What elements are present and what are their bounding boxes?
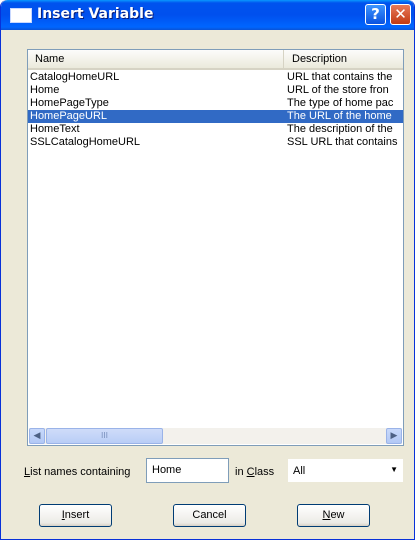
filter-label-rest: ist names containing: [30, 466, 131, 478]
item-description: SSL URL that contains: [287, 136, 398, 148]
close-button[interactable]: ✕: [390, 4, 411, 25]
class-dropdown[interactable]: All ▼: [287, 458, 404, 483]
item-description: The URL of the home: [287, 110, 392, 122]
item-name: CatalogHomeURL: [30, 71, 120, 83]
item-description: The description of the: [287, 123, 393, 135]
list-header: Name Description: [28, 50, 403, 70]
new-rest: ew: [330, 509, 345, 521]
class-label: in Class: [235, 466, 274, 478]
item-name: HomePageType: [30, 97, 109, 109]
help-button[interactable]: ?: [365, 4, 386, 25]
insert-button[interactable]: Insert: [39, 504, 112, 527]
class-label-prefix: in: [235, 466, 247, 478]
item-name: Home: [30, 84, 60, 96]
dropdown-arrow-icon[interactable]: ▼: [390, 465, 398, 474]
item-name: SSLCatalogHomeURL: [30, 136, 141, 148]
list-item[interactable]: HomeText The description of the: [28, 123, 403, 136]
scroll-right-arrow-icon[interactable]: ▶: [386, 428, 402, 444]
list-item[interactable]: Home URL of the store fron: [28, 84, 403, 97]
scroll-thumb[interactable]: III: [46, 428, 163, 444]
insert-rest: nsert: [64, 509, 90, 521]
item-name: HomePageURL: [30, 110, 108, 122]
name-filter-input[interactable]: Home: [146, 458, 229, 483]
horizontal-scrollbar[interactable]: ◀ III ▶: [29, 428, 402, 444]
item-description: The type of home pac: [287, 97, 394, 109]
column-header-name[interactable]: Name: [28, 50, 284, 68]
list-rows: CatalogHomeURL URL that contains the Hom…: [28, 71, 403, 149]
insert-variable-dialog: Insert Variable ? ✕ Name Description Cat…: [0, 0, 415, 540]
item-name: HomeText: [30, 123, 80, 135]
filter-label: List names containing: [24, 466, 130, 478]
title-bar[interactable]: Insert Variable ? ✕: [1, 0, 414, 30]
class-dropdown-value: All: [293, 465, 306, 477]
dialog-title: Insert Variable: [37, 6, 154, 22]
list-item-selected[interactable]: HomePageURL The URL of the home: [28, 110, 403, 123]
cancel-button[interactable]: Cancel: [173, 504, 246, 527]
variable-list[interactable]: Name Description CatalogHomeURL URL that…: [27, 49, 404, 446]
new-button[interactable]: New: [297, 504, 370, 527]
list-item[interactable]: SSLCatalogHomeURL SSL URL that contains: [28, 136, 403, 149]
list-item[interactable]: HomePageType The type of home pac: [28, 97, 403, 110]
scroll-left-arrow-icon[interactable]: ◀: [29, 428, 45, 444]
item-description: URL of the store fron: [287, 84, 389, 96]
class-label-rest: lass: [254, 466, 275, 478]
list-item[interactable]: CatalogHomeURL URL that contains the: [28, 71, 403, 84]
window-icon: [10, 8, 32, 23]
column-header-description[interactable]: Description: [284, 50, 403, 68]
class-label-accel: C: [246, 466, 255, 478]
item-description: URL that contains the: [287, 71, 393, 83]
